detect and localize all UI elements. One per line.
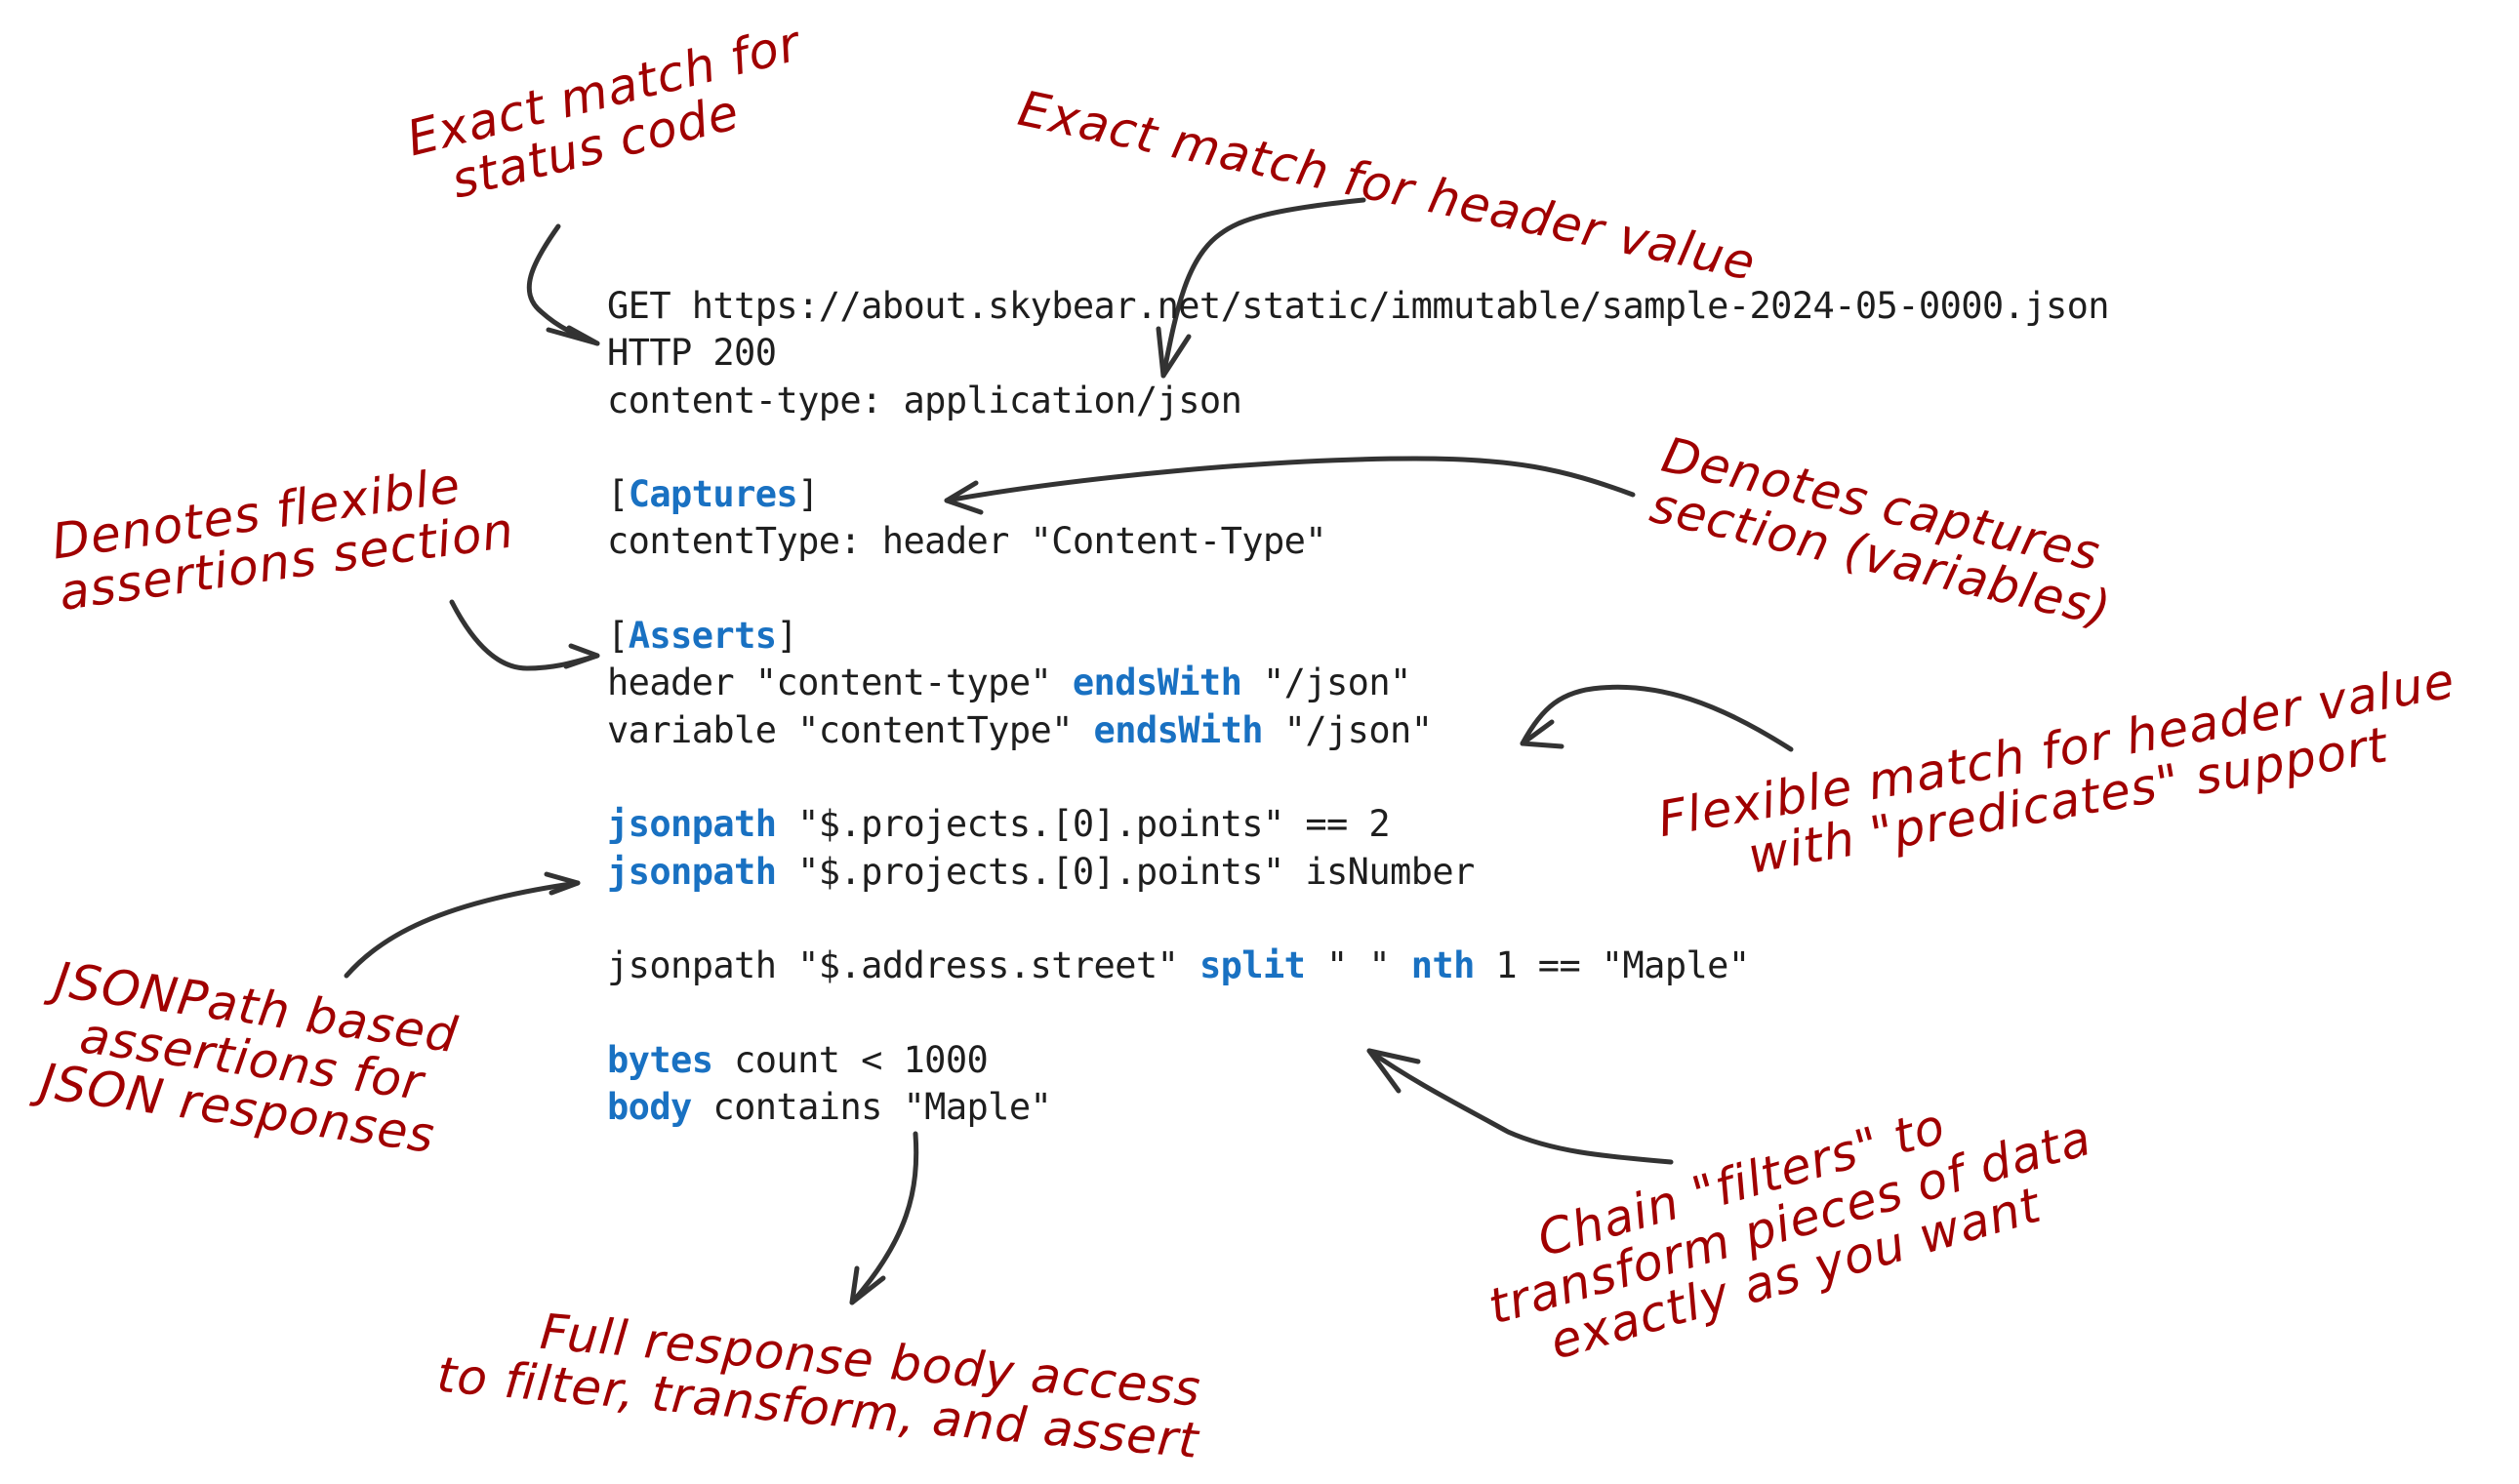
code-keyword: Captures bbox=[628, 473, 798, 516]
code-text: ] bbox=[797, 473, 819, 516]
code-text: content-type: application/json bbox=[607, 379, 1242, 421]
code-text: "$.projects.[0].points" == 2 bbox=[776, 803, 1391, 846]
code-text: [ bbox=[607, 473, 629, 516]
code-line: variable "contentType" endsWith "/json" bbox=[607, 707, 2109, 754]
code-text: [ bbox=[607, 615, 629, 658]
code-line: jsonpath "$.address.street" split " " nt… bbox=[607, 943, 2109, 989]
code-text: jsonpath "$.address.street" bbox=[607, 944, 1199, 987]
code-keyword: nth bbox=[1410, 944, 1476, 987]
code-keyword: endsWith bbox=[1072, 662, 1242, 704]
code-keyword: endsWith bbox=[1093, 708, 1264, 751]
code-keyword: body bbox=[607, 1086, 692, 1129]
arrow-jsonpath bbox=[344, 871, 581, 979]
code-text: "$.projects.[0].points" isNumber bbox=[776, 850, 1475, 893]
code-keyword: Asserts bbox=[628, 615, 777, 658]
code-line: content-type: application/json bbox=[607, 378, 2109, 424]
hurl-code-block: GET https://about.skybear.net/static/imm… bbox=[607, 283, 2110, 1131]
code-line: bytes count < 1000 bbox=[607, 1037, 2109, 1084]
arrow-body bbox=[849, 1131, 919, 1305]
code-line: [Asserts] bbox=[607, 613, 2109, 660]
code-text: contentType: header "Content-Type" bbox=[607, 520, 1327, 563]
code-line: header "content-type" endsWith "/json" bbox=[607, 660, 2109, 706]
diagram-canvas: GET https://about.skybear.net/static/imm… bbox=[0, 0, 2519, 1484]
code-text: GET https://about.skybear.net/static/imm… bbox=[607, 285, 2110, 327]
arrow-asserts bbox=[449, 599, 600, 671]
code-text: ] bbox=[776, 615, 798, 658]
code-text: HTTP 200 bbox=[607, 332, 777, 375]
code-keyword: jsonpath bbox=[607, 803, 777, 846]
code-keyword: jsonpath bbox=[607, 850, 777, 893]
code-line: GET https://about.skybear.net/static/imm… bbox=[607, 283, 2110, 330]
code-keyword: bytes bbox=[607, 1038, 713, 1081]
code-text: "/json" bbox=[1241, 662, 1411, 704]
code-keyword: split bbox=[1199, 944, 1306, 987]
arrow-status-code bbox=[526, 223, 600, 346]
code-text: " " bbox=[1305, 944, 1411, 987]
code-line: HTTP 200 bbox=[607, 330, 2109, 377]
code-text: count < 1000 bbox=[712, 1038, 989, 1081]
code-text: contains "Maple" bbox=[691, 1086, 1052, 1129]
code-text: "/json" bbox=[1262, 708, 1433, 751]
code-text: variable "contentType" bbox=[607, 708, 1094, 751]
code-text: 1 == "Maple" bbox=[1474, 944, 1750, 987]
code-text: header "content-type" bbox=[607, 662, 1073, 704]
